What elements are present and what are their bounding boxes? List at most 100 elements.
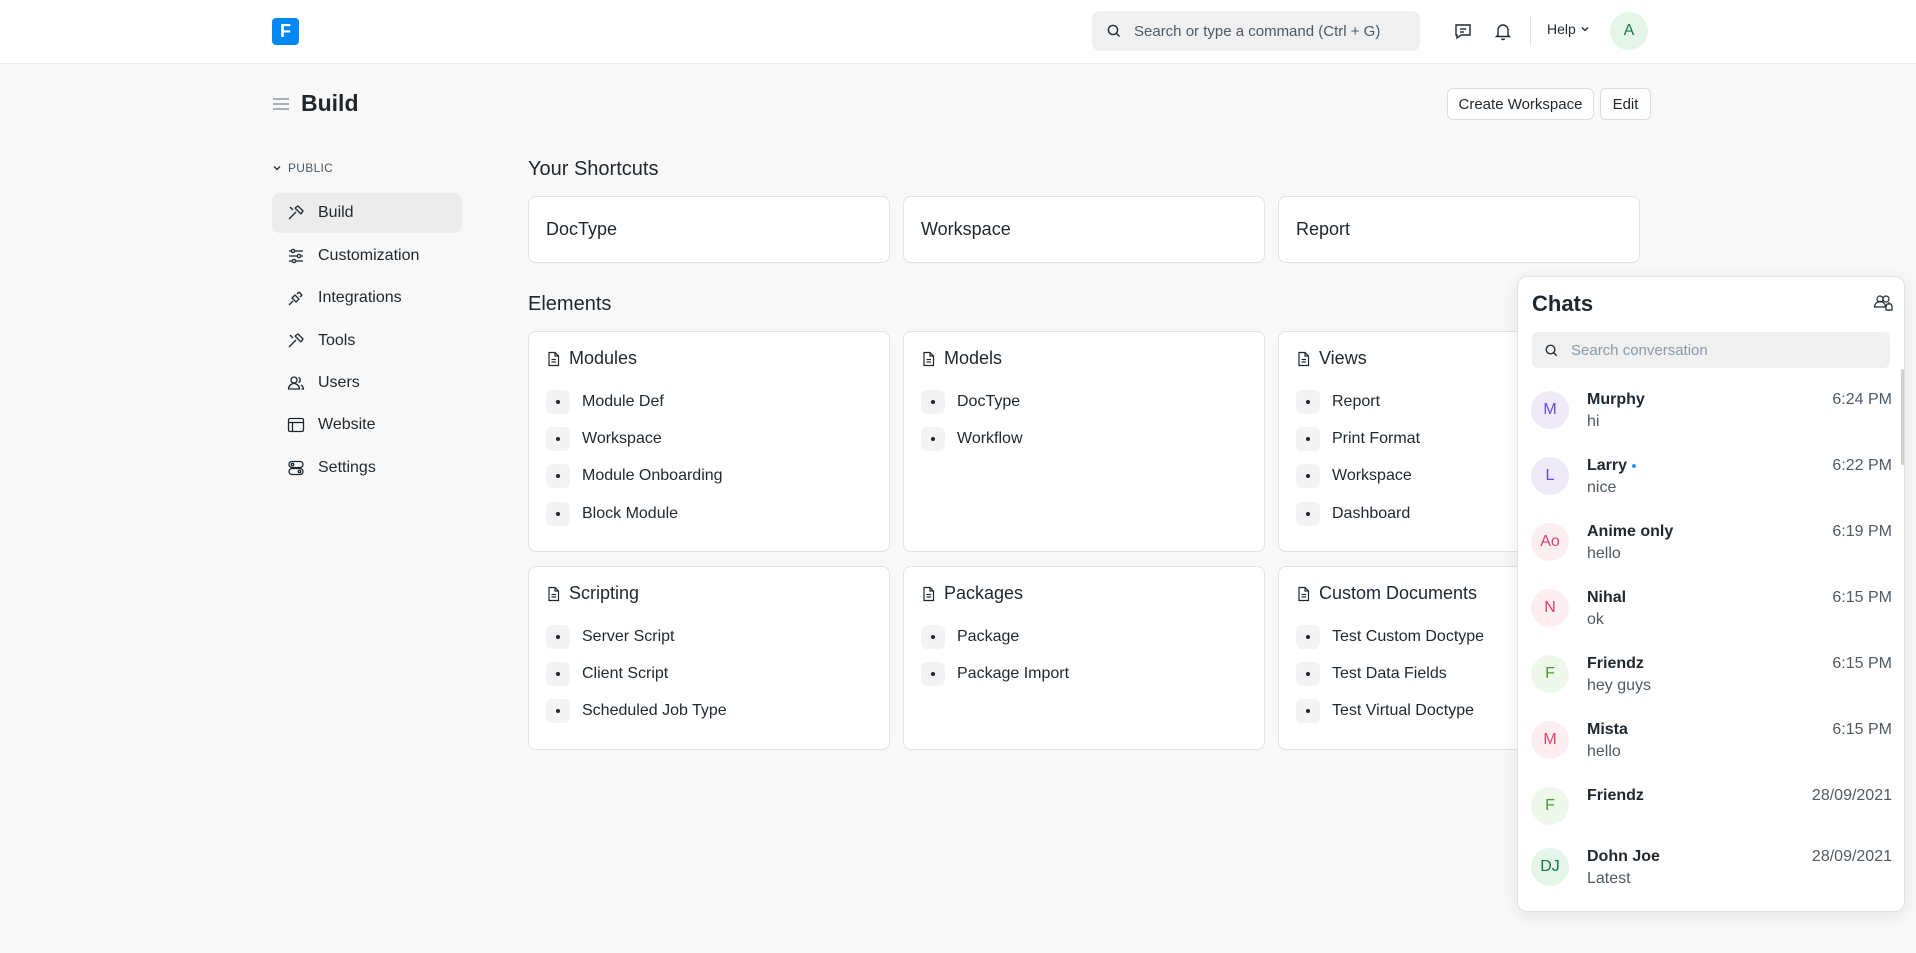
conversation-avatar: M xyxy=(1531,721,1569,759)
new-group-chat-icon[interactable] xyxy=(1873,293,1897,320)
conversation-item[interactable]: DJ Dohn Joe Latest 28/09/2021 xyxy=(1518,835,1898,901)
shortcut-report[interactable]: Report xyxy=(1278,196,1640,263)
document-icon xyxy=(923,586,935,601)
link-label: Client Script xyxy=(582,665,669,682)
link-client-script[interactable]: Client Script xyxy=(546,662,668,686)
card-modules: Modules Module Def Workspace Module Onbo… xyxy=(528,331,890,552)
link-scheduled-job-type[interactable]: Scheduled Job Type xyxy=(546,699,727,723)
link-label: Test Data Fields xyxy=(1332,665,1447,682)
chat-icon[interactable] xyxy=(1452,20,1474,42)
shortcut-label: Workspace xyxy=(921,219,1011,239)
sidebar-item-customization[interactable]: Customization xyxy=(272,236,462,276)
conversation-item[interactable]: F Friendz 28/09/2021 xyxy=(1518,774,1898,840)
plug-icon xyxy=(288,291,303,306)
link-test-data-fields[interactable]: Test Data Fields xyxy=(1296,662,1447,686)
awesomebar-search[interactable]: Search or type a command (Ctrl + G) xyxy=(1092,11,1420,51)
help-dropdown[interactable]: Help xyxy=(1547,21,1590,37)
conversation-item[interactable]: M Mista hello 6:15 PM xyxy=(1518,708,1898,774)
link-doctype[interactable]: DocType xyxy=(921,390,1020,414)
settings-icon xyxy=(288,460,304,476)
card-title-text: Views xyxy=(1319,348,1367,368)
link-print-format[interactable]: Print Format xyxy=(1296,427,1420,451)
sidebar-item-label: Users xyxy=(318,374,360,391)
conversation-time: 28/09/2021 xyxy=(1811,787,1892,804)
card-title: Scripting xyxy=(546,583,639,604)
conversation-last-message: ok xyxy=(1587,611,1604,628)
sidebar-item-tools[interactable]: Tools xyxy=(272,321,462,361)
shortcut-doctype[interactable]: DocType xyxy=(528,196,890,263)
bullet-icon xyxy=(921,662,945,686)
conversation-name-text: Dohn Joe xyxy=(1587,848,1660,865)
link-label: Package xyxy=(957,628,1020,645)
edit-button[interactable]: Edit xyxy=(1600,88,1651,120)
link-package[interactable]: Package xyxy=(921,625,1019,649)
sidebar-item-integrations[interactable]: Integrations xyxy=(272,278,462,318)
shortcut-label: DocType xyxy=(546,219,618,239)
conversation-item[interactable]: F Friendz hey guys 6:15 PM xyxy=(1518,642,1898,708)
conversation-avatar: F xyxy=(1531,655,1569,693)
card-title-text: Models xyxy=(944,348,1003,368)
sidebar-item-label: Settings xyxy=(318,459,376,476)
conversation-name-text: Larry xyxy=(1587,457,1628,474)
document-icon xyxy=(548,351,560,366)
conversation-name: Murphy xyxy=(1587,391,1645,409)
card-title-text: Custom Documents xyxy=(1319,583,1478,603)
link-workflow[interactable]: Workflow xyxy=(921,427,1023,451)
link-block-module[interactable]: Block Module xyxy=(546,502,678,526)
bullet-icon xyxy=(1296,390,1320,414)
link-dashboard[interactable]: Dashboard xyxy=(1296,502,1410,526)
sidebar-item-build[interactable]: Build xyxy=(272,193,462,233)
link-report[interactable]: Report xyxy=(1296,390,1380,414)
sidebar-item-users[interactable]: Users xyxy=(272,363,462,403)
conversation-name: Dohn Joe xyxy=(1587,848,1660,866)
conversation-item[interactable]: M Murphy hi 6:24 PM xyxy=(1518,378,1898,444)
conversation-time: 6:15 PM xyxy=(1832,589,1892,606)
link-module-def[interactable]: Module Def xyxy=(546,390,664,414)
conversation-item[interactable]: N Nihal ok 6:15 PM xyxy=(1518,576,1898,642)
app-logo[interactable]: F xyxy=(272,18,299,45)
conversation-item[interactable]: Ao Anime only hello 6:19 PM xyxy=(1518,510,1898,576)
create-workspace-button[interactable]: Create Workspace xyxy=(1447,88,1594,120)
search-placeholder: Search or type a command (Ctrl + G) xyxy=(1134,22,1381,40)
card-title: Custom Documents xyxy=(1296,583,1477,604)
document-icon xyxy=(923,351,935,366)
chat-search-input[interactable] xyxy=(1571,341,1871,359)
sidebar-item-website[interactable]: Website xyxy=(272,405,462,445)
link-workspace[interactable]: Workspace xyxy=(1296,464,1412,488)
link-label: Scheduled Job Type xyxy=(582,702,727,719)
browser-icon xyxy=(287,417,305,433)
bullet-icon xyxy=(921,427,945,451)
card-title: Models xyxy=(921,348,1002,369)
bullet-icon xyxy=(1296,625,1320,649)
link-module-onboarding[interactable]: Module Onboarding xyxy=(546,464,723,488)
link-test-custom-doctype[interactable]: Test Custom Doctype xyxy=(1296,625,1484,649)
hamburger-icon[interactable] xyxy=(272,96,290,117)
conversation-name: Friendz xyxy=(1587,655,1644,673)
bell-icon[interactable] xyxy=(1492,20,1514,42)
sidebar-item-settings[interactable]: Settings xyxy=(272,448,462,488)
conversation-time: 6:15 PM xyxy=(1832,655,1892,672)
shortcut-workspace[interactable]: Workspace xyxy=(903,196,1265,263)
link-label: DocType xyxy=(957,393,1021,410)
conversation-avatar: M xyxy=(1531,391,1569,429)
chat-search[interactable] xyxy=(1532,332,1890,368)
user-avatar[interactable]: A xyxy=(1610,12,1648,50)
bullet-icon xyxy=(546,390,570,414)
conversation-time: 6:22 PM xyxy=(1832,457,1892,474)
link-workspace[interactable]: Workspace xyxy=(546,427,662,451)
conversation-last-message: hey guys xyxy=(1587,677,1652,694)
card-title: Modules xyxy=(546,348,637,369)
conversation-name-text: Murphy xyxy=(1587,391,1645,408)
bullet-icon xyxy=(546,662,570,686)
link-package-import[interactable]: Package Import xyxy=(921,662,1069,686)
page-title: Build xyxy=(301,90,359,116)
link-test-virtual-doctype[interactable]: Test Virtual Doctype xyxy=(1296,699,1474,723)
bullet-icon xyxy=(1296,427,1320,451)
link-label: Module Def xyxy=(582,393,664,410)
conversation-item[interactable]: L Larry nice 6:22 PM xyxy=(1518,444,1898,510)
sidebar-section-public[interactable]: PUBLIC xyxy=(272,161,333,175)
bullet-icon xyxy=(1296,502,1320,526)
chat-scrollbar[interactable] xyxy=(1901,369,1904,465)
tools-icon xyxy=(288,333,304,348)
link-server-script[interactable]: Server Script xyxy=(546,625,674,649)
